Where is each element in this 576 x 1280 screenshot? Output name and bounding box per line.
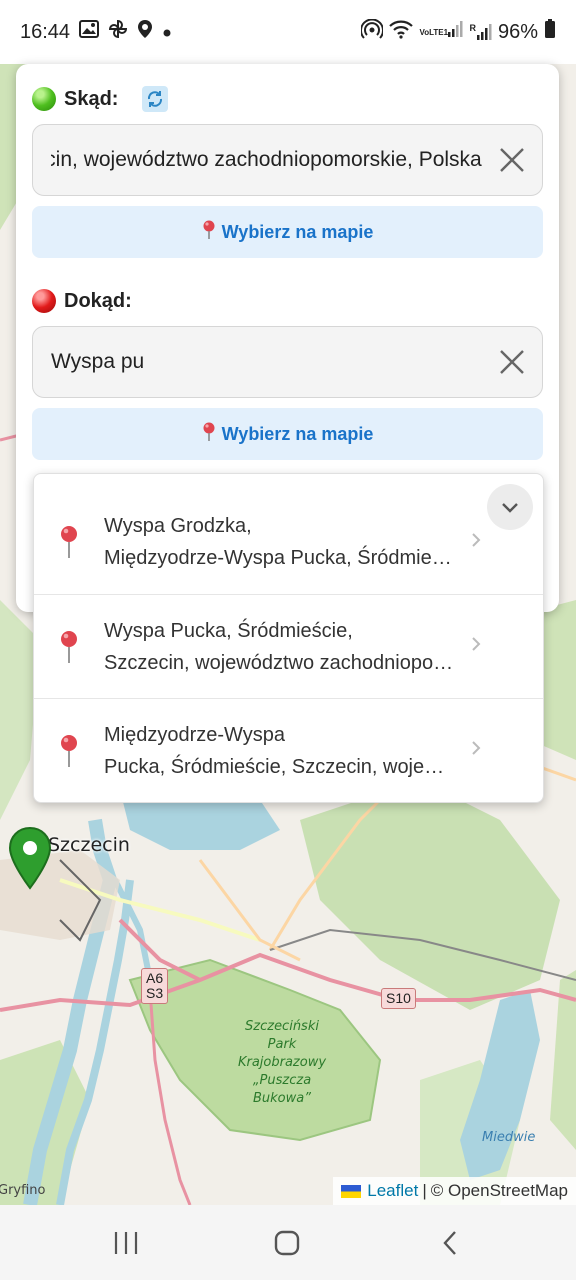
to-pick-label: Wybierz na mapie	[221, 423, 374, 444]
back-button[interactable]	[430, 1227, 470, 1259]
osm-attribution[interactable]: © OpenStreetMap	[431, 1177, 568, 1205]
to-input[interactable]	[33, 327, 542, 397]
pushpin-icon	[202, 220, 216, 245]
battery-percent: 96%	[497, 20, 538, 43]
gallery-icon	[79, 20, 100, 44]
from-field-wrap	[32, 124, 543, 196]
chevron-right-icon	[471, 636, 481, 657]
location-icon	[137, 19, 153, 45]
close-icon	[500, 148, 524, 172]
to-pick-on-map-button[interactable]: Wybierz na mapie	[32, 408, 543, 460]
suggestions-dropdown: Wyspa Grodzka, Międzyodrze-Wyspa Pucka, …	[33, 473, 544, 803]
dot-icon	[162, 21, 172, 44]
collapse-suggestions-button[interactable]	[487, 484, 533, 530]
home-button[interactable]	[267, 1227, 307, 1259]
swap-route-icon[interactable]	[142, 86, 169, 112]
map-lake-label: Miedwie	[482, 1130, 536, 1145]
to-label-row: Dokąd:	[32, 286, 543, 316]
hotspot-icon	[360, 18, 385, 45]
to-field-wrap	[32, 326, 543, 398]
status-time: 16:44	[20, 20, 71, 43]
road-shield-a6-s3: A6 S3	[141, 968, 169, 1004]
road-shield-s10: S10	[381, 988, 416, 1009]
map-city-label: Szczecin	[48, 834, 130, 856]
back-arrow-icon	[443, 1231, 456, 1255]
status-bar: 16:44 VoLTE1 R 96%	[0, 0, 576, 64]
pinwheel-icon	[108, 19, 128, 45]
suggestion-item[interactable]: Międzyodrze-Wyspa Pucka, Śródmieście, Sz…	[34, 698, 543, 802]
pushpin-icon	[34, 734, 104, 768]
from-input[interactable]	[33, 125, 542, 195]
suggestion-text: Wyspa Pucka, Śródmieście, Szczecin, woje…	[104, 619, 454, 674]
wifi-icon	[389, 19, 414, 45]
map-attribution: Leaflet | © OpenStreetMap	[333, 1177, 576, 1205]
signal-icon	[447, 20, 463, 44]
pushpin-icon	[34, 630, 104, 664]
pushpin-icon	[202, 422, 216, 447]
chevron-right-icon	[471, 740, 481, 761]
signal-r-icon: R	[469, 23, 492, 41]
to-label: Dokąd:	[64, 289, 132, 312]
to-clear-button[interactable]	[494, 344, 530, 380]
home-icon	[274, 1230, 300, 1256]
map-park-label: Szczeciński Park Krajobrazowy „Puszcza B…	[237, 1019, 327, 1106]
chevron-down-icon	[502, 503, 518, 513]
attribution-separator: |	[422, 1181, 427, 1200]
suggestion-item[interactable]: Wyspa Grodzka, Międzyodrze-Wyspa Pucka, …	[34, 490, 543, 594]
from-pick-on-map-button[interactable]: Wybierz na mapie	[32, 206, 543, 258]
chevron-right-icon	[471, 532, 481, 553]
leaflet-link[interactable]: Leaflet	[367, 1177, 418, 1205]
recents-icon	[114, 1232, 138, 1254]
map-town-label: Gryfino	[0, 1183, 46, 1198]
ukraine-flag-icon	[341, 1184, 362, 1198]
suggestion-text: Międzyodrze-Wyspa Pucka, Śródmieście, Sz…	[104, 723, 454, 778]
from-label-row: Skąd:	[32, 84, 543, 114]
start-marker-pin-icon[interactable]	[8, 826, 52, 892]
system-nav-bar	[0, 1205, 576, 1280]
green-circle-icon	[32, 87, 56, 111]
suggestion-item[interactable]: Wyspa Pucka, Śródmieście, Szczecin, woje…	[34, 594, 543, 698]
close-icon	[500, 350, 524, 374]
recent-apps-button[interactable]	[106, 1227, 146, 1259]
red-circle-icon	[32, 289, 56, 313]
suggestion-text: Wyspa Grodzka, Międzyodrze-Wyspa Pucka, …	[104, 515, 454, 569]
from-clear-button[interactable]	[494, 142, 530, 178]
volte-icon: VoLTE1	[419, 27, 449, 37]
from-label: Skąd:	[64, 87, 119, 110]
from-pick-label: Wybierz na mapie	[221, 221, 374, 242]
battery-icon	[544, 19, 556, 45]
pushpin-icon	[34, 525, 104, 559]
